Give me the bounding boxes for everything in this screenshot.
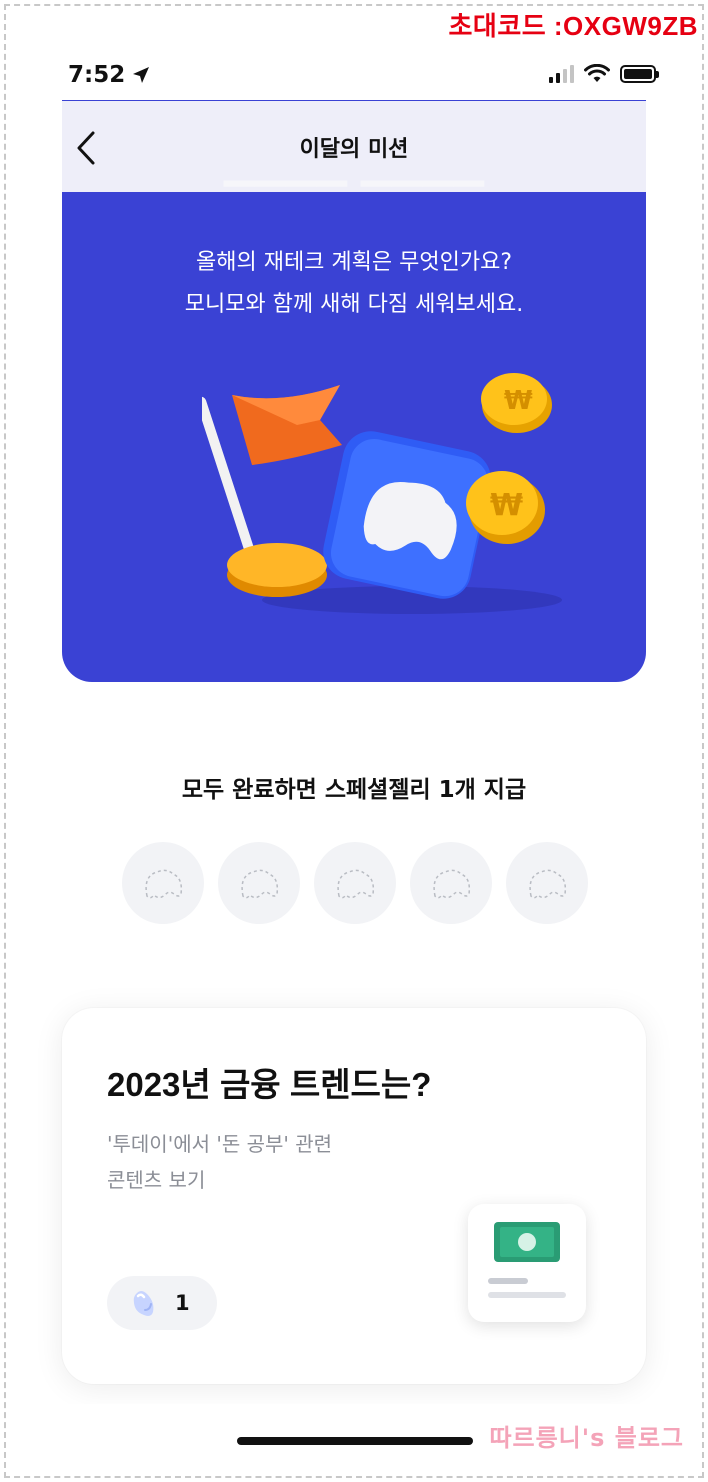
reward-title: 모두 완료하면 스페셜젤리 1개 지급: [181, 777, 527, 803]
cellular-signal-icon: [549, 65, 574, 83]
status-time-label: 7:52: [68, 62, 126, 88]
reward-badge: 1: [107, 1276, 217, 1330]
blog-watermark: 따르릉니's 블로그: [489, 1424, 684, 1452]
phone-screen: 7:52 ▔▔▔▔ ▔▔▔▔ 올해의 재테크 계획은 무엇인가요? 모니모와 함…: [12, 12, 696, 1470]
jelly-slot: [122, 842, 204, 924]
wifi-icon: [584, 64, 610, 82]
status-icons: [549, 64, 659, 84]
jelly-placeholder-icon: [145, 869, 183, 899]
jelly-icon: [133, 1291, 154, 1316]
jelly-progress-row: [122, 842, 588, 926]
jelly-placeholder-icon: [337, 869, 375, 899]
mission-description: '투데이'에서 '돈 공부' 관련 콘텐츠 보기: [107, 1126, 427, 1198]
money-illustration: [488, 1222, 566, 1298]
jelly-placeholder-icon: [529, 869, 567, 899]
page-title: 이달의 미션: [299, 137, 409, 162]
top-navigation: 이달의 미션: [62, 100, 646, 192]
mission-description-line2: 콘텐츠 보기: [107, 1168, 206, 1192]
jelly-placeholder-icon: [433, 869, 471, 899]
jelly-placeholder-icon: [241, 869, 279, 899]
jelly-slot: [506, 842, 588, 924]
jelly-slot: [218, 842, 300, 924]
hero-subtitle: 올해의 재테크 계획은 무엇인가요? 모니모와 함께 새해 다짐 세워보세요.: [62, 242, 646, 326]
hero-subtitle-line2: 모니모와 함께 새해 다짐 세워보세요.: [184, 292, 524, 317]
svg-text:₩: ₩: [504, 386, 533, 416]
mission-card[interactable]: 2023년 금융 트렌드는? '투데이'에서 '돈 공부' 관련 콘텐츠 보기 …: [62, 1008, 646, 1384]
svg-text:₩: ₩: [490, 488, 523, 523]
jelly-slot: [410, 842, 492, 924]
battery-icon: [620, 65, 659, 83]
status-time: 7:52: [68, 62, 151, 88]
hero-subtitle-line1: 올해의 재테크 계획은 무엇인가요?: [195, 250, 513, 275]
flag-coins-illustration: ₩ ₩: [202, 373, 562, 614]
mission-description-line1: '투데이'에서 '돈 공부' 관련: [107, 1132, 333, 1156]
jelly-slot: [314, 842, 396, 924]
reward-count: 1: [175, 1291, 190, 1315]
screenshot-frame: 7:52 ▔▔▔▔ ▔▔▔▔ 올해의 재테크 계획은 무엇인가요? 모니모와 함…: [0, 0, 708, 1482]
mission-title: 2023년 금융 트렌드는?: [107, 1066, 432, 1103]
money-card-icon: [468, 1204, 586, 1322]
home-indicator[interactable]: [237, 1437, 473, 1445]
invite-code-watermark: 초대코드 :OXGW9ZB: [448, 11, 698, 41]
location-arrow-icon: [133, 67, 150, 83]
